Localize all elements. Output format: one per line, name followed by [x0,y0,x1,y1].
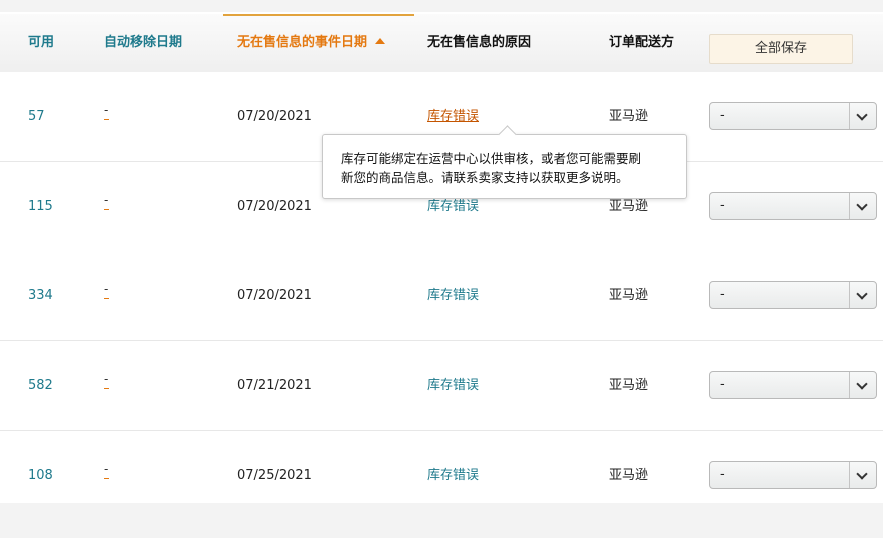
action-select[interactable]: - [709,192,877,220]
chevron-down-icon [856,109,868,121]
action-select[interactable]: - [709,281,877,309]
dropdown-button[interactable] [849,103,876,129]
chevron-down-icon [856,199,868,211]
dropdown-button[interactable] [849,282,876,308]
action-select-value: - [720,377,725,392]
shipper: 亚马逊 [609,378,649,393]
action-select[interactable]: - [709,371,877,399]
removal-date: - [104,463,110,479]
action-select-value: - [720,108,725,123]
table-row: 582 - 07/21/2021 库存错误 亚马逊 - [0,341,883,431]
removal-date: - [104,373,110,389]
shipper: 亚马逊 [609,288,649,303]
removal-date-value: - [104,372,109,386]
chevron-down-icon [856,288,868,300]
reason-link[interactable]: 库存错误 [427,251,479,340]
removal-date-underline [104,388,109,389]
event-date: 07/20/2021 [237,199,312,214]
header-event-date[interactable]: 无在售信息的事件日期 [223,14,414,72]
event-date: 07/20/2021 [237,288,312,303]
chevron-down-icon [856,378,868,390]
available-quantity[interactable]: 57 [28,72,45,161]
removal-date-underline [104,478,109,479]
reason-tooltip: 库存可能绑定在运营中心以供审核，或者您可能需要刷 新您的商品信息。请联系卖家支持… [322,125,687,199]
top-band [0,0,883,12]
dropdown-button[interactable] [849,372,876,398]
available-quantity[interactable]: 334 [28,251,53,340]
removal-date-underline [104,119,109,120]
action-select-value: - [720,198,725,213]
removal-date-value: - [104,103,109,117]
removal-date: - [104,194,110,210]
dropdown-button[interactable] [849,193,876,219]
event-date: 07/20/2021 [237,109,312,124]
action-select[interactable]: - [709,461,877,489]
header-shipper: 订单配送方 [609,35,675,50]
sort-ascending-icon [375,37,386,44]
bottom-band [0,503,883,538]
available-quantity[interactable]: 582 [28,341,53,430]
save-all-button[interactable]: 全部保存 [709,34,853,64]
header-reason: 无在售信息的原因 [427,35,532,50]
reason-link[interactable]: 库存错误 [427,341,479,430]
dropdown-button[interactable] [849,462,876,488]
removal-date-value: - [104,282,109,296]
removal-date-underline [104,298,109,299]
action-select-value: - [720,467,725,482]
table-row: 334 - 07/20/2021 库存错误 亚马逊 - [0,251,883,341]
header-event-date-label: 无在售信息的事件日期 [237,35,368,50]
removal-date-value: - [104,193,109,207]
action-select-value: - [720,287,725,302]
available-quantity[interactable]: 115 [28,162,53,251]
action-select[interactable]: - [709,102,877,130]
chevron-down-icon [856,468,868,480]
removal-date: - [104,104,110,120]
tooltip-line-2: 新您的商品信息。请联系卖家支持以获取更多说明。 [341,170,629,185]
header-available[interactable]: 可用 [28,14,54,72]
header-removal-date[interactable]: 自动移除日期 [104,14,182,72]
removal-date-underline [104,209,109,210]
table-header: 可用 自动移除日期 无在售信息的事件日期 无在售信息的原因 订单配送方 全部保存 [0,14,883,73]
removal-date-value: - [104,462,109,476]
removal-date: - [104,283,110,299]
event-date: 07/21/2021 [237,378,312,393]
tooltip-line-1: 库存可能绑定在运营中心以供审核，或者您可能需要刷 [341,151,642,166]
